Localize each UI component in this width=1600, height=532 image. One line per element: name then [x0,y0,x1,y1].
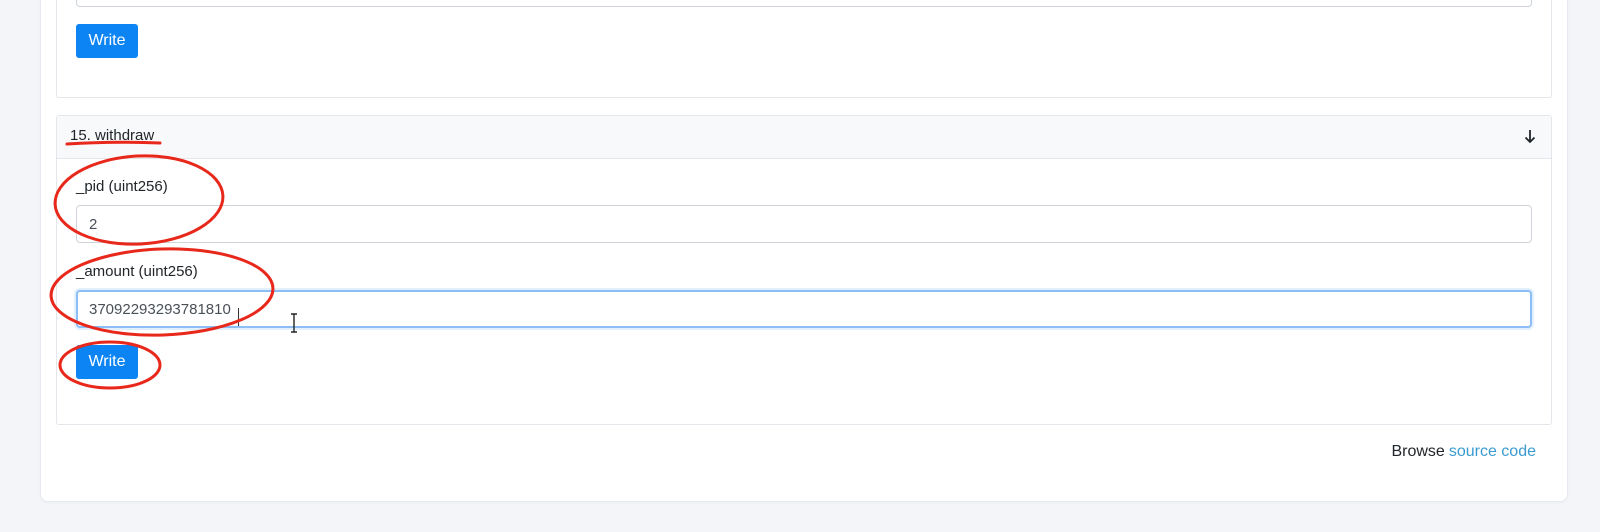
previous-function-input[interactable] [76,0,1532,7]
pid-input[interactable] [76,205,1532,243]
footer-browse: Browse source code [1391,443,1536,461]
source-code-link[interactable]: source code [1449,443,1536,460]
withdraw-function-section: 15. withdraw [56,115,1552,425]
previous-function-section [56,0,1552,98]
ibeam-cursor-icon [291,313,297,333]
previous-write-button[interactable]: Write [76,24,138,58]
footer-prefix: Browse [1391,443,1445,460]
pid-label: _pid (uint256) [76,178,168,195]
function-header[interactable]: 15. withdraw [57,116,1551,159]
text-cursor [238,308,239,326]
amount-label: _amount (uint256) [76,263,198,280]
function-title[interactable]: 15. withdraw [70,127,154,144]
arrow-down-icon[interactable] [1523,128,1537,144]
withdraw-write-button[interactable]: Write [76,345,138,379]
